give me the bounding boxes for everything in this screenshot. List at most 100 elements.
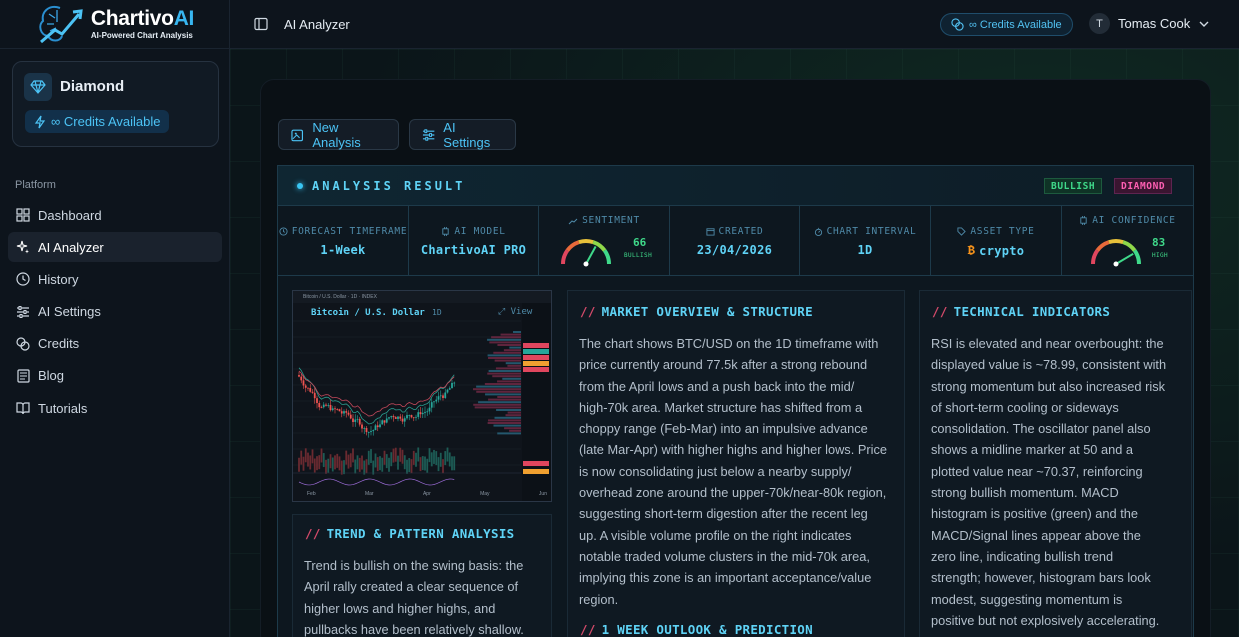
sentiment-gauge xyxy=(561,239,611,267)
candle-body xyxy=(419,412,422,415)
candle-body xyxy=(426,411,429,413)
sidebar-item-credits[interactable]: Credits xyxy=(8,329,222,359)
ai-settings-button[interactable]: AI Settings xyxy=(409,119,516,150)
candle-body xyxy=(358,418,361,425)
trend-text: Trend is bullish on the swing basis: the… xyxy=(304,558,524,637)
volume-profile-bar xyxy=(487,354,521,357)
volume-bar xyxy=(421,456,424,471)
sidebar-item-label: Blog xyxy=(38,368,65,384)
bullish-badge: BULLISH xyxy=(1044,178,1103,194)
volume-bar xyxy=(363,460,366,475)
stats-row: FORECAST TIMEFRAME 1-Week AI MODEL Chart… xyxy=(278,206,1193,276)
user-menu[interactable]: T Tomas Cook xyxy=(1089,13,1210,34)
clock-icon xyxy=(279,227,288,236)
volume-bar xyxy=(453,456,456,471)
volume-bar xyxy=(408,458,411,473)
sidebar-item-ai-analyzer[interactable]: AI Analyzer xyxy=(8,232,222,263)
volume-profile-bar xyxy=(488,370,521,372)
candle-body xyxy=(352,418,354,422)
sidebar-item-label: AI Analyzer xyxy=(38,239,104,255)
stat-label: FORECAST TIMEFRAME xyxy=(291,226,408,237)
gauge-arc-segment xyxy=(1132,249,1141,265)
volume-bar xyxy=(394,447,397,462)
chart-image[interactable]: Bitcoin / U.S. Dollar · 1D · INDEX Bitco… xyxy=(292,290,552,502)
volume-bar xyxy=(325,459,327,474)
avatar: T xyxy=(1089,13,1110,34)
view-label: View xyxy=(510,307,533,317)
candlestick-chart xyxy=(293,291,551,501)
gauge-arc-segment xyxy=(1095,240,1110,252)
chart-interval: 1D xyxy=(432,308,442,317)
gauge-needle xyxy=(585,245,597,265)
volume-profile-bar xyxy=(476,385,521,388)
candle-body xyxy=(385,418,388,423)
credits-badge[interactable]: ∞ Credits Available xyxy=(25,110,170,133)
user-name: Tomas Cook xyxy=(1118,16,1191,31)
candle-body xyxy=(435,399,438,402)
volume-profile-bar xyxy=(493,351,521,354)
sidebar-item-blog[interactable]: Blog xyxy=(8,361,222,391)
price-tag xyxy=(523,361,549,366)
volume-bar xyxy=(327,458,330,473)
volume-bar xyxy=(300,450,303,465)
volume-bar xyxy=(356,455,359,470)
volume-bar xyxy=(426,458,429,473)
volume-bar xyxy=(415,452,417,467)
gauge-hub xyxy=(583,261,589,267)
tag-icon xyxy=(957,227,967,236)
view-button[interactable]: ⤢ View xyxy=(498,307,532,317)
sidebar-item-ai-settings[interactable]: AI Settings xyxy=(8,297,222,327)
sentiment-label: BULLISH xyxy=(624,252,653,259)
volume-bar xyxy=(376,457,379,472)
candle-body xyxy=(412,417,415,419)
trend-analysis-card: //TREND & PATTERN ANALYSIS Trend is bull… xyxy=(292,514,552,637)
credits-pill[interactable]: ∞ Credits Available xyxy=(940,13,1073,36)
candle-body xyxy=(300,376,303,381)
volume-bar xyxy=(446,447,449,462)
stat-created: CREATED 23/04/2026 xyxy=(670,206,800,276)
stat-value: 1D xyxy=(857,243,873,257)
price-tag xyxy=(523,343,549,348)
volume-profile-bar xyxy=(484,383,521,385)
candle-body xyxy=(448,388,451,390)
candle-body xyxy=(444,392,447,398)
volume-profile-bar xyxy=(488,357,521,359)
volume-bar xyxy=(316,456,318,471)
volume-profile-bar xyxy=(497,432,521,435)
volume-bar xyxy=(349,453,352,468)
volume-bar xyxy=(372,460,375,475)
volume-profile-bar xyxy=(503,349,521,352)
credits-label: ∞ Credits Available xyxy=(969,18,1062,31)
volume-bar xyxy=(383,450,386,465)
sidebar: ChartivoAI AI-Powered Chart Analysis Dia… xyxy=(0,0,230,637)
candle-body xyxy=(397,416,399,419)
brand[interactable]: ChartivoAI AI-Powered Chart Analysis xyxy=(0,0,229,49)
sidebar-item-history[interactable]: History xyxy=(8,264,222,294)
sidebar-item-dashboard[interactable]: Dashboard xyxy=(8,200,222,230)
candle-body xyxy=(433,401,435,403)
volume-bar xyxy=(347,454,350,469)
stat-value: 23/04/2026 xyxy=(696,243,773,257)
stat-forecast: FORECAST TIMEFRAME 1-Week xyxy=(278,206,409,276)
volume-profile-bar xyxy=(489,341,521,344)
new-analysis-button[interactable]: New Analysis xyxy=(278,119,399,150)
volume-bar xyxy=(424,456,426,471)
candle-body xyxy=(388,417,390,419)
analysis-result-card: ANALYSIS RESULT BULLISH DIAMOND FORECAST… xyxy=(277,165,1194,637)
volume-profile-bar xyxy=(500,333,521,336)
sidebar-item-tutorials[interactable]: Tutorials xyxy=(8,393,222,423)
volume-bar xyxy=(381,457,384,472)
stat-sentiment: SENTIMENT 66 BULLISH xyxy=(539,206,670,276)
volume-bar xyxy=(435,451,438,466)
candle-body xyxy=(340,411,343,414)
volume-bar xyxy=(302,456,305,471)
candle-body xyxy=(334,408,336,410)
volume-profile-bar xyxy=(513,331,521,333)
cpu-icon xyxy=(1080,216,1087,225)
clock-icon xyxy=(16,272,30,286)
candle-body xyxy=(304,385,307,388)
candle-body xyxy=(309,387,312,392)
sidebar-toggle-icon[interactable] xyxy=(254,17,268,31)
book-icon xyxy=(16,402,30,415)
gauge-arc-segment xyxy=(1091,249,1100,265)
